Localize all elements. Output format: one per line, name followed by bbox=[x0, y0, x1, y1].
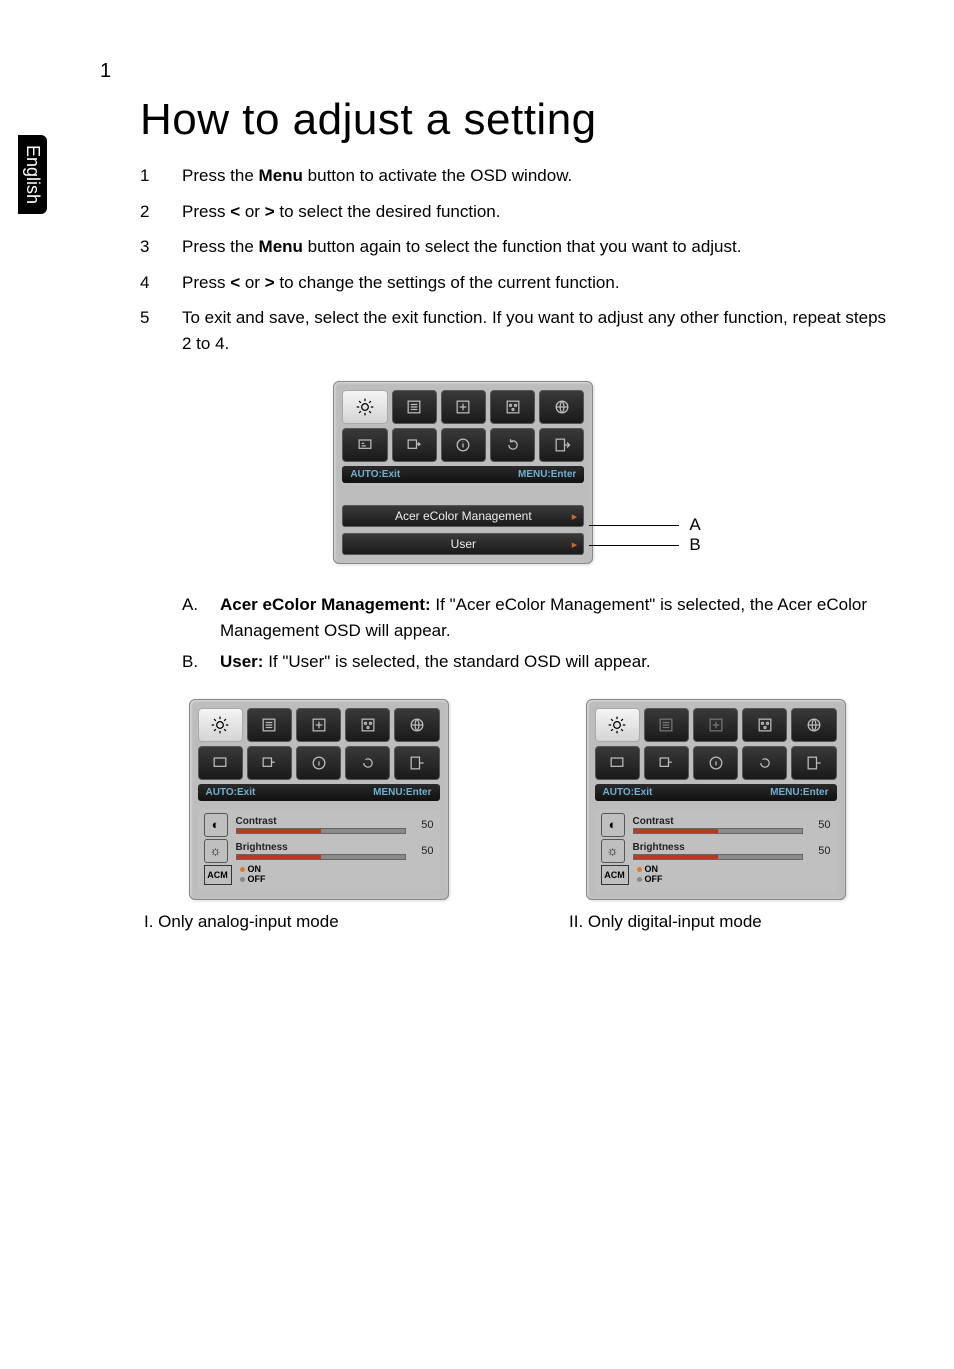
reset-icon bbox=[345, 746, 390, 780]
exit-icon bbox=[539, 428, 584, 462]
input-icon bbox=[392, 428, 437, 462]
osd-footer-left: AUTO:Exit bbox=[350, 469, 400, 480]
contrast-row: ◐ Contrast 50 bbox=[204, 813, 434, 837]
menu-icon bbox=[392, 390, 437, 424]
menu-icon bbox=[644, 708, 689, 742]
osd-footer-bar: AUTO:Exit MENU:Enter bbox=[342, 466, 584, 483]
position-icon bbox=[296, 708, 341, 742]
language-side-tab: English bbox=[18, 135, 47, 214]
step-item: Press < or > to select the desired funct… bbox=[140, 199, 894, 225]
label-line-a: A bbox=[589, 515, 700, 535]
arrow-right-icon: ▸ bbox=[572, 510, 578, 523]
info-icon bbox=[441, 428, 486, 462]
osd-footer-right: MENU:Enter bbox=[770, 787, 828, 798]
brightness-icon bbox=[198, 708, 243, 742]
acm-icon: ACM bbox=[601, 865, 629, 885]
contrast-icon: ◐ bbox=[204, 813, 228, 837]
osd-footer-left: AUTO:Exit bbox=[603, 787, 653, 798]
brightness-row: ☼ Brightness 50 bbox=[204, 839, 434, 863]
exit-icon bbox=[791, 746, 836, 780]
osd-tab-row-1 bbox=[342, 390, 584, 424]
osd-panel-analog: AUTO:Exit MENU:Enter ◐ Contrast 50 ☼ bbox=[189, 699, 449, 900]
label-line-b: B bbox=[589, 535, 700, 555]
brightness-icon bbox=[595, 708, 640, 742]
caption-digital: II. Only digital-input mode bbox=[509, 912, 894, 932]
osd-option-b: User▸ bbox=[342, 533, 584, 555]
steps-list: Press the Menu button to activate the OS… bbox=[140, 163, 894, 356]
osd-footer-left: AUTO:Exit bbox=[206, 787, 256, 798]
input-icon bbox=[644, 746, 689, 780]
contrast-icon: ◐ bbox=[601, 813, 625, 837]
input-icon bbox=[247, 746, 292, 780]
color-icon bbox=[345, 708, 390, 742]
globe-icon bbox=[791, 708, 836, 742]
position-icon bbox=[693, 708, 738, 742]
step-item: Press < or > to change the settings of t… bbox=[140, 270, 894, 296]
osd-illustration-main: AUTO:Exit MENU:Enter Acer eColor Managem… bbox=[140, 381, 894, 564]
globe-icon bbox=[394, 708, 439, 742]
exit-icon bbox=[394, 746, 439, 780]
color-icon bbox=[742, 708, 787, 742]
acm-row: ACM ON OFF bbox=[601, 865, 831, 885]
caption-analog: I. Only analog-input mode bbox=[140, 912, 469, 932]
brightness-row: ☼ Brightness 50 bbox=[601, 839, 831, 863]
explanation-list: A. Acer eColor Management: If "Acer eCol… bbox=[182, 592, 894, 675]
acm-icon: ACM bbox=[204, 865, 232, 885]
page-content: How to adjust a setting Press the Menu b… bbox=[140, 0, 894, 932]
osd-settings-area: ◐ Contrast 50 ☼ Brightness 50 bbox=[595, 809, 837, 891]
explain-item-b: B. User: If "User" is selected, the stan… bbox=[182, 649, 894, 675]
explain-item-a: A. Acer eColor Management: If "Acer eCol… bbox=[182, 592, 894, 643]
osd-tab-row-2 bbox=[342, 428, 584, 462]
step-item: Press the Menu button again to select th… bbox=[140, 234, 894, 260]
position-icon bbox=[441, 390, 486, 424]
brightness-icon: ☼ bbox=[204, 839, 228, 863]
osd-label-stack: A B bbox=[589, 515, 700, 555]
osd-footer-right: MENU:Enter bbox=[373, 787, 431, 798]
lower-panels: AUTO:Exit MENU:Enter ◐ Contrast 50 ☼ bbox=[140, 699, 894, 900]
osd-icon bbox=[595, 746, 640, 780]
osd-settings-area: ◐ Contrast 50 ☼ Brightness 50 bbox=[198, 809, 440, 891]
reset-icon bbox=[490, 428, 535, 462]
menu-icon bbox=[247, 708, 292, 742]
step-item: Press the Menu button to activate the OS… bbox=[140, 163, 894, 189]
info-icon bbox=[693, 746, 738, 780]
brightness-icon bbox=[342, 390, 387, 424]
panel-captions: I. Only analog-input mode II. Only digit… bbox=[140, 912, 894, 932]
globe-icon bbox=[539, 390, 584, 424]
brightness-icon: ☼ bbox=[601, 839, 625, 863]
osd-panel: AUTO:Exit MENU:Enter Acer eColor Managem… bbox=[333, 381, 593, 564]
page-number: 1 bbox=[100, 60, 111, 83]
contrast-row: ◐ Contrast 50 bbox=[601, 813, 831, 837]
acm-row: ACM ON OFF bbox=[204, 865, 434, 885]
info-icon bbox=[296, 746, 341, 780]
osd-option-a: Acer eColor Management▸ bbox=[342, 505, 584, 527]
reset-icon bbox=[742, 746, 787, 780]
page-title: How to adjust a setting bbox=[140, 95, 894, 145]
color-icon bbox=[490, 390, 535, 424]
osd-panel-digital: AUTO:Exit MENU:Enter ◐ Contrast 50 ☼ bbox=[586, 699, 846, 900]
step-item: To exit and save, select the exit functi… bbox=[140, 305, 894, 356]
osd-icon bbox=[342, 428, 387, 462]
osd-footer-right: MENU:Enter bbox=[518, 469, 576, 480]
arrow-right-icon: ▸ bbox=[572, 538, 578, 551]
osd-icon bbox=[198, 746, 243, 780]
